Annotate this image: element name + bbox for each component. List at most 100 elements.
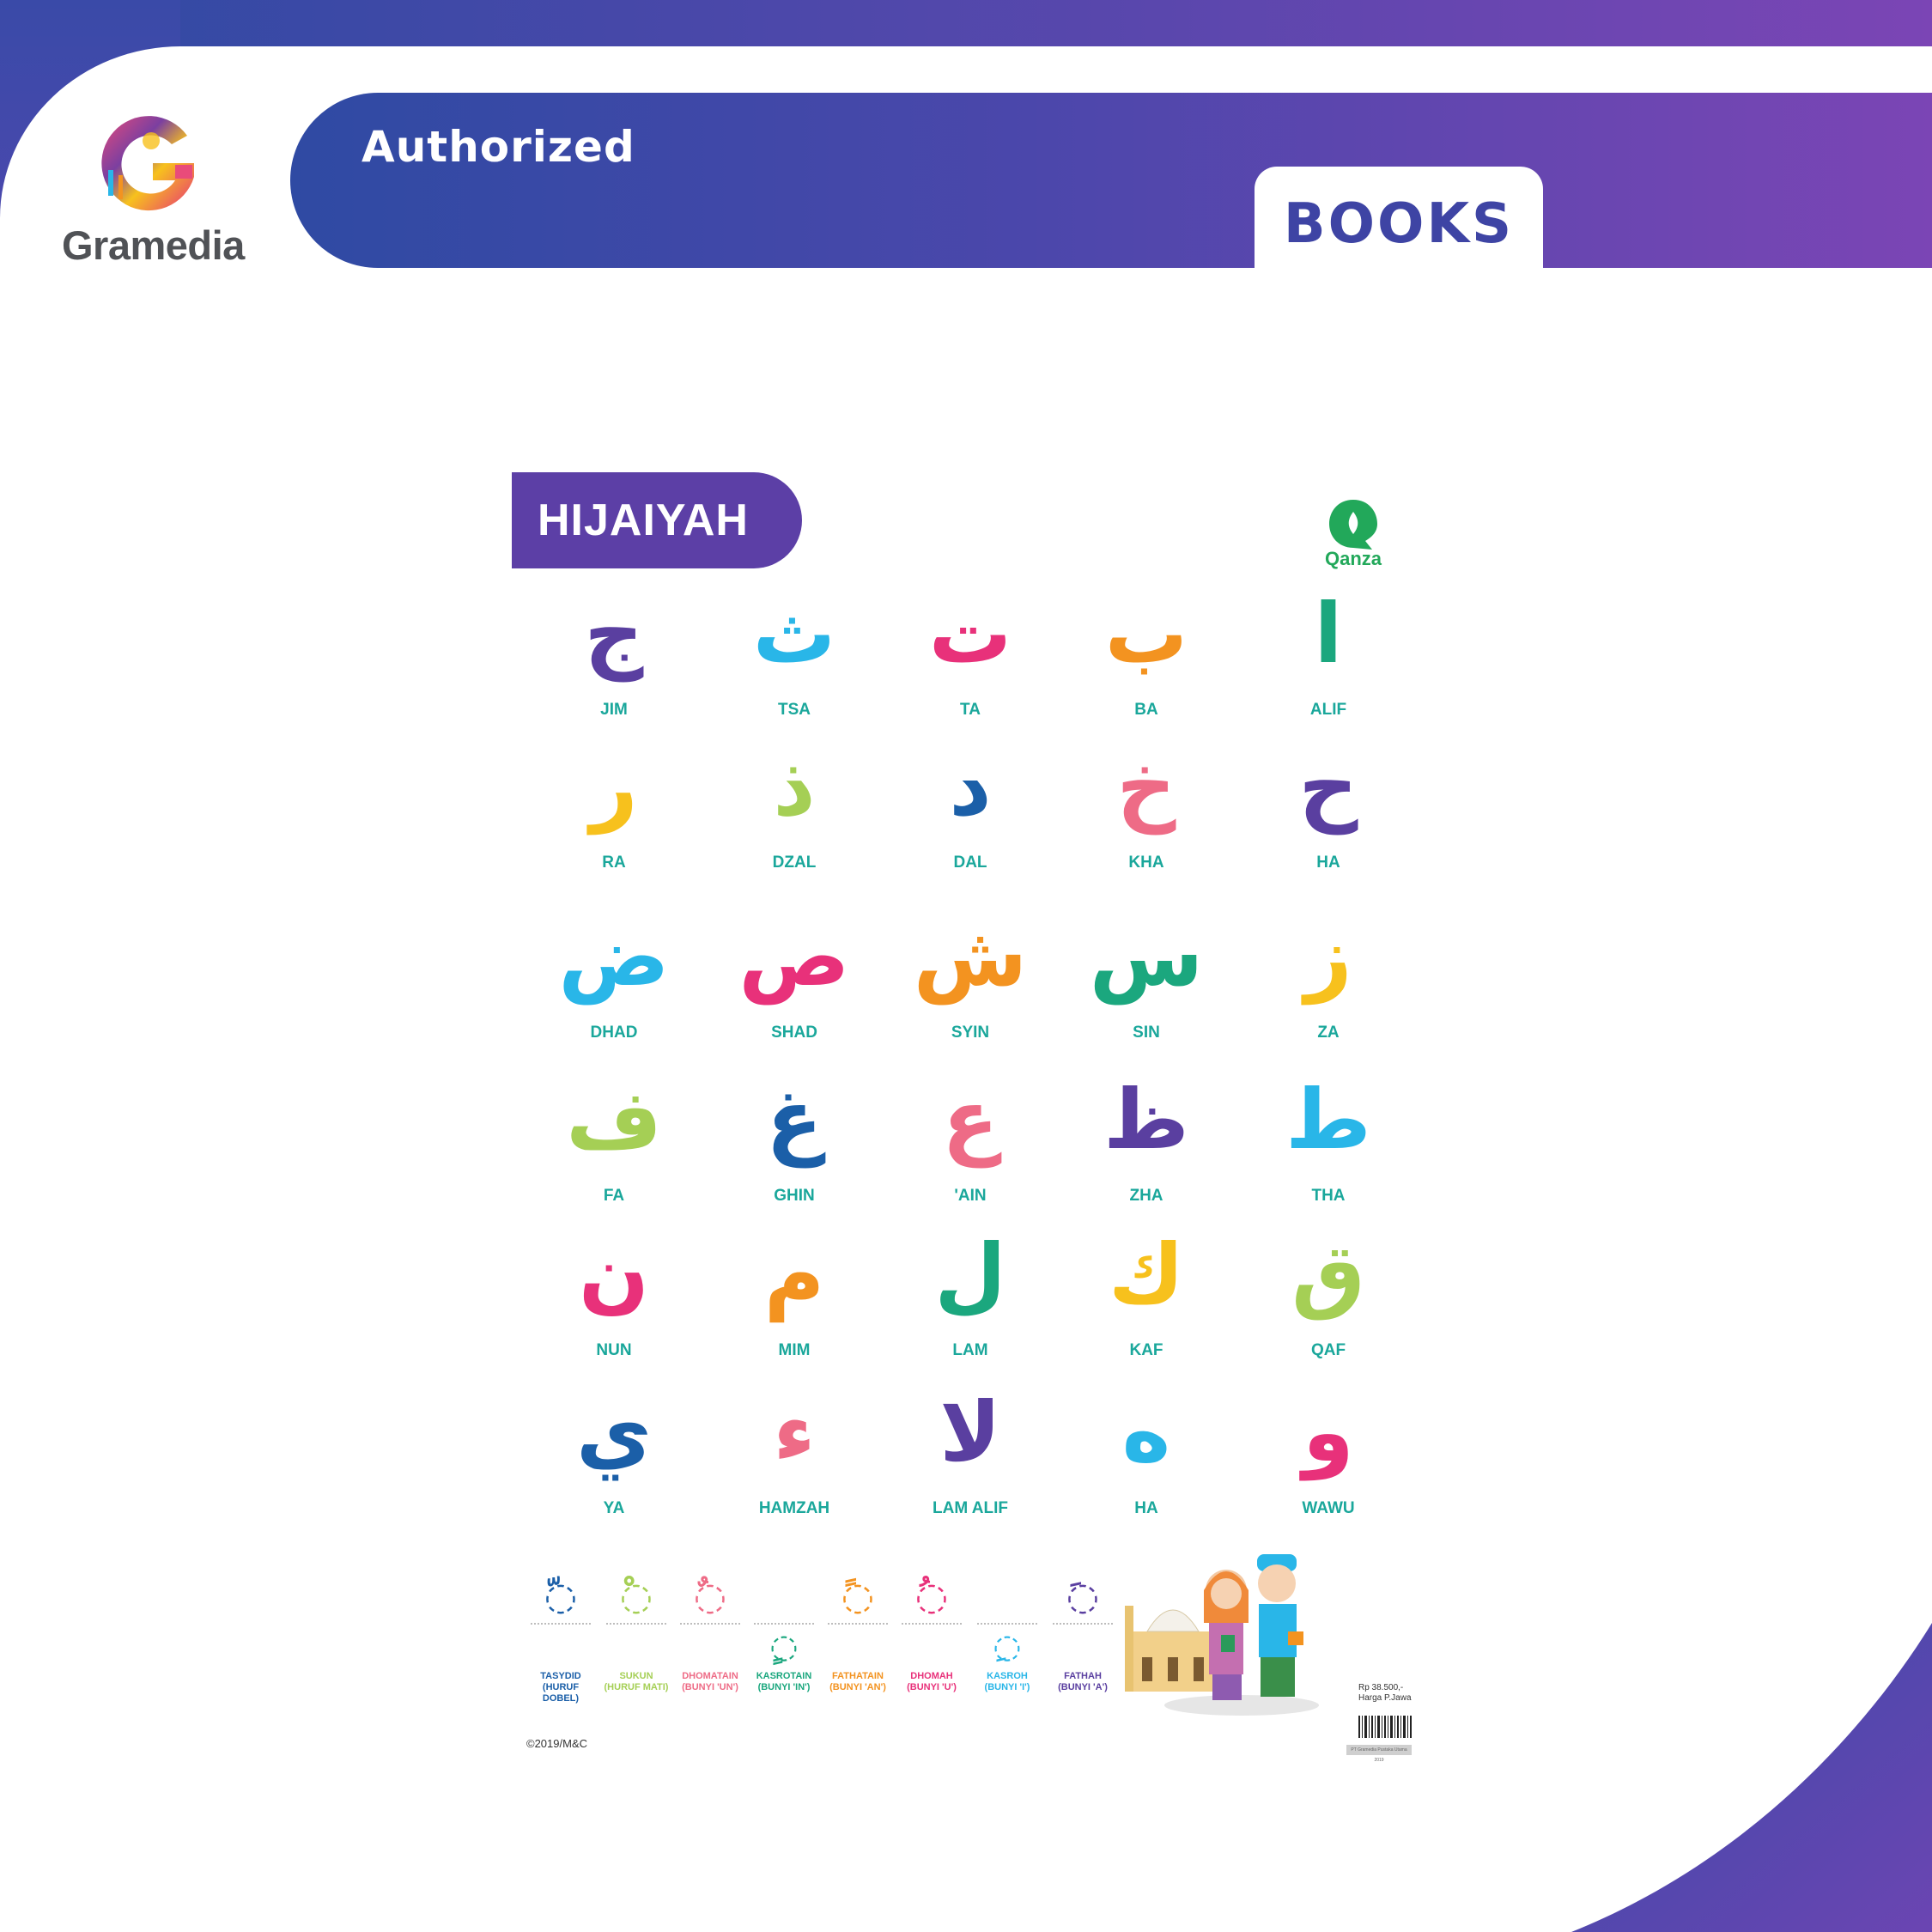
letter-name: SIN	[1133, 1024, 1160, 1042]
harakat-label: FATHAH	[1064, 1671, 1102, 1681]
letter-card: ز ZA	[1247, 915, 1410, 1042]
harakat-label: DHOMAH	[910, 1671, 953, 1681]
letter-name: DAL	[953, 854, 987, 872]
harakat-mark	[747, 1571, 821, 1623]
arabic-letter: ه	[1121, 1384, 1171, 1480]
harakat-label: FATHATAIN	[832, 1671, 884, 1681]
letter-card: ر RA	[532, 745, 696, 872]
letter-name: FA	[603, 1187, 625, 1205]
harakat-item: ◌ْ SUKUN (HURUF MATI)	[599, 1571, 673, 1693]
arabic-letter: ت	[928, 586, 1012, 682]
harakat-label: KASROTAIN	[756, 1671, 812, 1681]
letter-name: LAM ALIF	[933, 1499, 1008, 1517]
harakat-mark-below	[895, 1625, 969, 1668]
harakat-sublabel: (HURUF DOBEL)	[542, 1682, 580, 1704]
harakat-label: TASYDID	[540, 1671, 581, 1681]
harakat-mark-below: ◌ِ	[993, 1627, 1022, 1665]
authorized-label: Authorized	[361, 122, 635, 172]
harakat-mark: ◌َ	[1066, 1575, 1100, 1619]
harakat-item: ◌ِ KASROH (BUNYI 'I')	[970, 1571, 1044, 1693]
arabic-letter: ض	[558, 908, 670, 1005]
qanza-logo-text: Qanza	[1324, 548, 1382, 569]
arabic-letter: غ	[766, 1072, 823, 1168]
arabic-letter: ج	[584, 586, 644, 682]
letter-name: RA	[602, 854, 626, 872]
letter-card: ب BA	[1065, 592, 1228, 720]
arabic-letter: ق	[1291, 1226, 1365, 1322]
harakat-sublabel: (BUNYI 'U')	[907, 1682, 957, 1692]
harakat-label: SUKUN	[619, 1671, 653, 1681]
letter-card: ظ ZHA	[1065, 1078, 1228, 1206]
letter-card: غ GHIN	[713, 1078, 876, 1206]
harakat-item: ◌ّ TASYDID (HURUF DOBEL)	[524, 1571, 598, 1704]
letter-card: ح HA	[1247, 745, 1410, 872]
letter-card: خ KHA	[1065, 745, 1228, 872]
letter-name: 'AIN	[954, 1187, 987, 1205]
letter-name: MIM	[778, 1341, 811, 1359]
arabic-letter: ذ	[773, 738, 816, 835]
qanza-logo-icon	[1329, 500, 1377, 550]
harakat-item: ◌ٌ DHOMATAIN (BUNYI 'UN')	[673, 1571, 747, 1693]
letter-name: TA	[960, 701, 981, 719]
letter-name: GHIN	[774, 1187, 815, 1205]
letter-card: ط THA	[1247, 1078, 1410, 1206]
arabic-letter: ز	[1304, 908, 1352, 1005]
books-label: BOOKS	[1283, 192, 1515, 256]
price-label: Rp 38.500,- Harga P.Jawa	[1358, 1683, 1412, 1704]
letter-name: DHAD	[590, 1024, 638, 1042]
letter-name: HAMZAH	[758, 1499, 830, 1517]
arabic-letter: ح	[1298, 738, 1358, 835]
harakat-mark: ◌ّ	[544, 1575, 578, 1619]
letter-name: ALIF	[1309, 701, 1347, 719]
letter-name: KHA	[1128, 854, 1164, 872]
harakat-item: ◌ً FATHATAIN (BUNYI 'AN')	[821, 1571, 895, 1693]
harakat-mark: ◌ً	[841, 1575, 875, 1619]
letter-card: ث TSA	[713, 592, 876, 720]
letter-card: ء HAMZAH	[713, 1391, 876, 1518]
letter-card: ج JIM	[532, 592, 696, 720]
letter-card: ض DHAD	[532, 915, 696, 1042]
letter-card: لا LAM ALIF	[889, 1391, 1052, 1518]
letter-card: ن NUN	[532, 1233, 696, 1360]
harakat-label: DHOMATAIN	[682, 1671, 738, 1681]
arabic-letter: ا	[1314, 586, 1343, 682]
harakat-mark	[970, 1571, 1044, 1623]
letter-card: ق QAF	[1247, 1233, 1410, 1360]
decorative-swoosh	[1571, 1623, 1932, 1932]
arabic-letter: ع	[942, 1072, 999, 1168]
price-line: Rp 38.500,-	[1358, 1683, 1404, 1692]
letter-card: ا ALIF	[1247, 592, 1410, 720]
arabic-letter: ظ	[1103, 1072, 1189, 1168]
letter-card: ك KAF	[1065, 1233, 1228, 1360]
letter-name: LAM	[952, 1341, 988, 1359]
letter-name: ZA	[1317, 1024, 1340, 1042]
arabic-letter: ء	[773, 1384, 816, 1480]
letter-name: THA	[1311, 1187, 1346, 1205]
arabic-letter: لا	[939, 1384, 1001, 1480]
harakat-mark-below	[599, 1625, 673, 1668]
arabic-letter: ث	[752, 586, 836, 682]
letter-name: KAF	[1129, 1341, 1163, 1359]
arabic-letter: ط	[1285, 1072, 1371, 1168]
letter-card: و WAWU	[1247, 1391, 1410, 1518]
harakat-mark-below	[821, 1625, 895, 1668]
harakat-sublabel: (BUNYI 'IN')	[757, 1682, 811, 1692]
letter-name: DZAL	[772, 854, 817, 872]
letter-card: ش SYIN	[889, 915, 1052, 1042]
harakat-item: ◌ٍ KASROTAIN (BUNYI 'IN')	[747, 1571, 821, 1693]
harakat-sublabel: (BUNYI 'I')	[984, 1682, 1030, 1692]
harakat-sublabel: (BUNYI 'AN')	[829, 1682, 886, 1692]
header-banner	[290, 93, 1932, 268]
header-top-bar	[0, 0, 1932, 46]
arabic-letter: ن	[579, 1226, 649, 1322]
letter-card: س SIN	[1065, 915, 1228, 1042]
letter-name: WAWU	[1302, 1499, 1355, 1517]
harakat-mark-below	[1046, 1625, 1120, 1668]
harakat-mark-below	[673, 1625, 747, 1668]
arabic-letter: خ	[1116, 738, 1176, 835]
letter-name: HA	[1316, 854, 1340, 872]
arabic-letter: ش	[913, 908, 1028, 1005]
arabic-letter: ف	[566, 1072, 662, 1168]
letter-card: ي YA	[532, 1391, 696, 1518]
arabic-letter: د	[949, 738, 992, 835]
